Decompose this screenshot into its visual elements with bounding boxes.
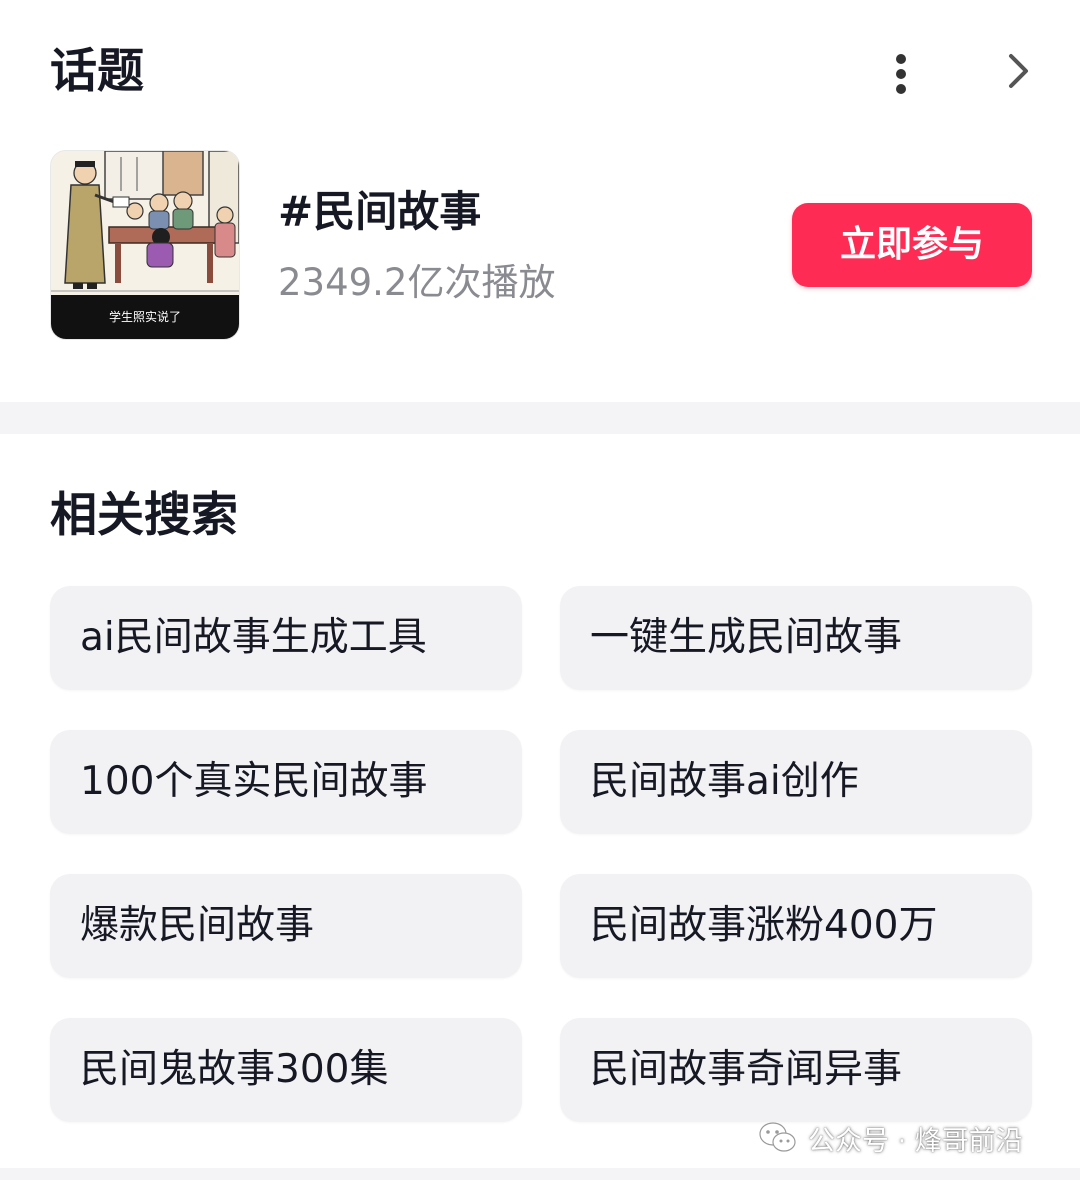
- topic-card[interactable]: 学生照实说了 #民间故事 2349.2亿次播放 立即参与: [50, 150, 1040, 340]
- topic-section: 话题 学生照实说了 #民间故事 2349.2亿次播放 立即参与: [0, 0, 1080, 402]
- topic-play-count: 2349.2亿次播放: [278, 261, 556, 304]
- topic-name[interactable]: #民间故事: [278, 182, 481, 242]
- chip-label: 民间鬼故事300集: [80, 1047, 389, 1092]
- related-search-chip[interactable]: 民间故事奇闻异事: [560, 1018, 1032, 1122]
- watermark-text: 公众号 · 烽哥前沿: [808, 1125, 1023, 1157]
- chip-label: ai民间故事生成工具: [80, 615, 427, 660]
- comic-illustration: [51, 151, 239, 295]
- bottom-divider: [0, 1168, 1080, 1180]
- chip-label: 民间故事ai创作: [590, 759, 859, 804]
- watermark: 公众号 · 烽哥前沿: [758, 1118, 1023, 1158]
- chip-label: 民间故事涨粉400万: [590, 903, 938, 948]
- topic-thumbnail[interactable]: 学生照实说了: [50, 150, 240, 340]
- related-search-chip[interactable]: 100个真实民间故事: [50, 730, 522, 834]
- related-search-chip[interactable]: 民间故事涨粉400万: [560, 874, 1032, 978]
- more-options-icon[interactable]: [880, 48, 924, 100]
- related-search-chip[interactable]: 民间故事ai创作: [560, 730, 1032, 834]
- chip-label: 100个真实民间故事: [80, 759, 428, 804]
- related-search-chip[interactable]: ai民间故事生成工具: [50, 586, 522, 690]
- section-title: 话题: [50, 44, 144, 99]
- chevron-right-icon[interactable]: [996, 46, 1042, 96]
- chip-label: 爆款民间故事: [80, 903, 315, 948]
- related-search-title: 相关搜索: [50, 488, 238, 543]
- related-search-chip[interactable]: 爆款民间故事: [50, 874, 522, 978]
- join-now-button[interactable]: 立即参与: [792, 203, 1032, 287]
- chip-label: 民间故事奇闻异事: [590, 1047, 903, 1092]
- related-search-chip[interactable]: 一键生成民间故事: [560, 586, 1032, 690]
- chip-label: 一键生成民间故事: [590, 615, 903, 660]
- section-divider: [0, 402, 1080, 434]
- wechat-icon: [759, 1122, 796, 1152]
- thumbnail-caption: 学生照实说了: [51, 295, 239, 339]
- related-search-chip[interactable]: 民间鬼故事300集: [50, 1018, 522, 1122]
